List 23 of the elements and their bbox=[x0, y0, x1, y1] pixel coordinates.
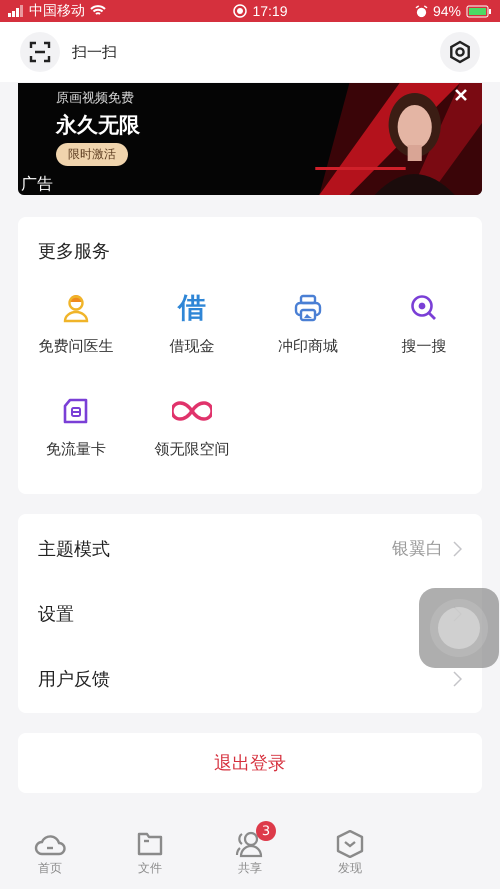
scan-label[interactable]: 扫一扫 bbox=[72, 42, 117, 62]
carrier-text: 中国移动 bbox=[29, 2, 85, 20]
settings-row[interactable]: 设置 bbox=[18, 581, 482, 646]
ad-subtitle: 原画视频免费 bbox=[56, 90, 134, 107]
battery-text: 94% bbox=[432, 3, 461, 19]
ad-label: 广告 bbox=[21, 174, 53, 195]
loan-icon[interactable]: 借 bbox=[178, 293, 206, 323]
settings-row[interactable]: 主题模式 银翼白 bbox=[18, 516, 482, 581]
logout-button[interactable]: 退出登录 bbox=[18, 733, 482, 793]
section-title: 更多服务 bbox=[37, 240, 111, 264]
clock-text: 17:19 bbox=[252, 3, 288, 19]
activate-button[interactable]: 限时激活 bbox=[56, 143, 128, 166]
ad-headline: 永久无限 bbox=[56, 112, 140, 139]
service-label[interactable]: 借现金 bbox=[170, 337, 214, 356]
tab-item[interactable]: 共享 3 bbox=[200, 819, 300, 887]
service-label[interactable]: 搜一搜 bbox=[402, 337, 446, 356]
ad-banner[interactable]: 原画视频免费 永久无限 限时激活 广告 bbox=[18, 83, 482, 195]
settings-row[interactable]: 用户反馈 bbox=[18, 646, 482, 711]
service-label[interactable]: 领无限空间 bbox=[154, 440, 230, 459]
service-label[interactable]: 免费问医生 bbox=[38, 337, 114, 356]
service-label[interactable]: 免流量卡 bbox=[46, 440, 106, 459]
service-label[interactable]: 冲印商城 bbox=[278, 337, 338, 356]
notification-badge: 3 bbox=[256, 821, 276, 841]
